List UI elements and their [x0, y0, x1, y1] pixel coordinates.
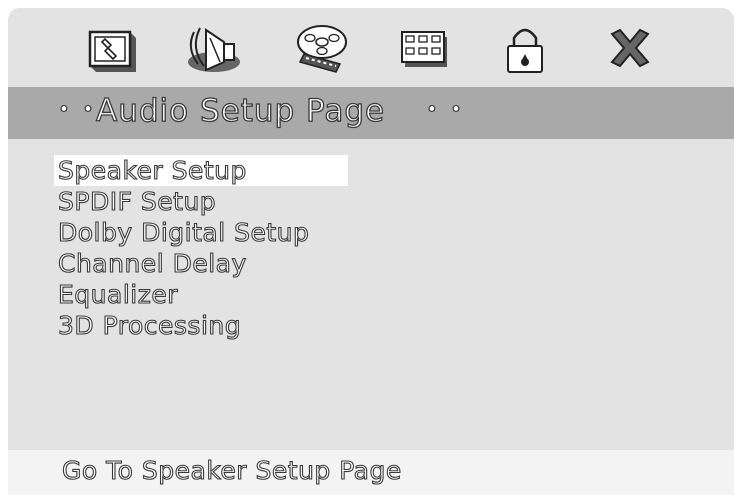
preference-icon: [401, 31, 447, 67]
status-text: Go To Speaker Setup Page: [61, 455, 402, 485]
setup-menu-panel: • • Audio Setup Page • • Speaker Setup S…: [8, 8, 734, 495]
page-title: Audio Setup Page: [95, 92, 386, 129]
title-dots-right: • •: [425, 96, 465, 121]
menu-item-speaker-setup[interactable]: Speaker Setup: [54, 155, 348, 186]
menu-item-equalizer[interactable]: Equalizer: [54, 279, 348, 310]
title-dots-left: • •: [57, 96, 97, 121]
tab-audio-setup[interactable]: [180, 18, 242, 78]
tab-preference[interactable]: [392, 18, 454, 78]
exit-icon: [610, 28, 650, 68]
audio-setup-icon: [188, 27, 240, 72]
tab-general-setup[interactable]: [80, 18, 142, 78]
menu-item-spdif-setup[interactable]: SPDIF Setup: [54, 186, 348, 217]
status-bar: Go To Speaker Setup Page: [8, 450, 734, 495]
video-setup-icon: [297, 25, 347, 73]
audio-setup-menu: Speaker Setup SPDIF Setup Dolby Digital …: [54, 155, 348, 341]
tab-video-setup[interactable]: [292, 18, 354, 78]
password-lock-icon: [507, 28, 543, 73]
page-title-bar: • • Audio Setup Page • •: [8, 87, 734, 139]
general-setup-icon: [88, 30, 136, 72]
menu-item-3d-processing[interactable]: 3D Processing: [54, 310, 348, 341]
menu-item-dolby-digital-setup[interactable]: Dolby Digital Setup: [54, 217, 348, 248]
tab-password[interactable]: [494, 18, 556, 78]
tab-exit[interactable]: [598, 18, 660, 78]
menu-item-channel-delay[interactable]: Channel Delay: [54, 248, 348, 279]
setup-tab-bar: [8, 8, 734, 86]
